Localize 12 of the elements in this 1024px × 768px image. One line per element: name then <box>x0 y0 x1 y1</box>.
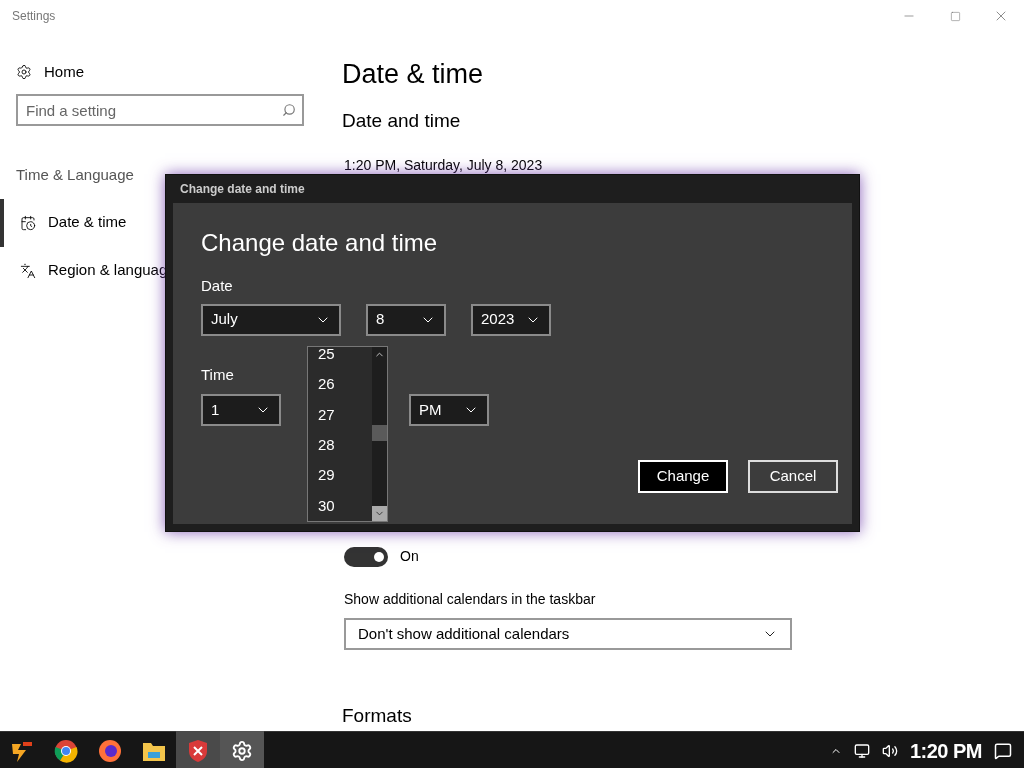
current-date-time: 1:20 PM, Saturday, July 8, 2023 <box>344 156 544 175</box>
window-title: Settings <box>12 8 56 25</box>
page-title: Date & time <box>342 58 485 91</box>
formats-heading: Formats <box>342 704 413 728</box>
dialog-title: Change date and time <box>180 181 305 198</box>
time-label: Time <box>201 364 234 385</box>
calendars-label: Show additional calendars in the taskbar <box>344 590 597 609</box>
section-heading: Time & Language <box>16 165 135 185</box>
section-title: Date and time <box>342 108 462 133</box>
dialog-heading: Change date and time <box>201 228 439 258</box>
date-label: Date <box>201 276 233 296</box>
toggle-label: On <box>400 547 419 566</box>
